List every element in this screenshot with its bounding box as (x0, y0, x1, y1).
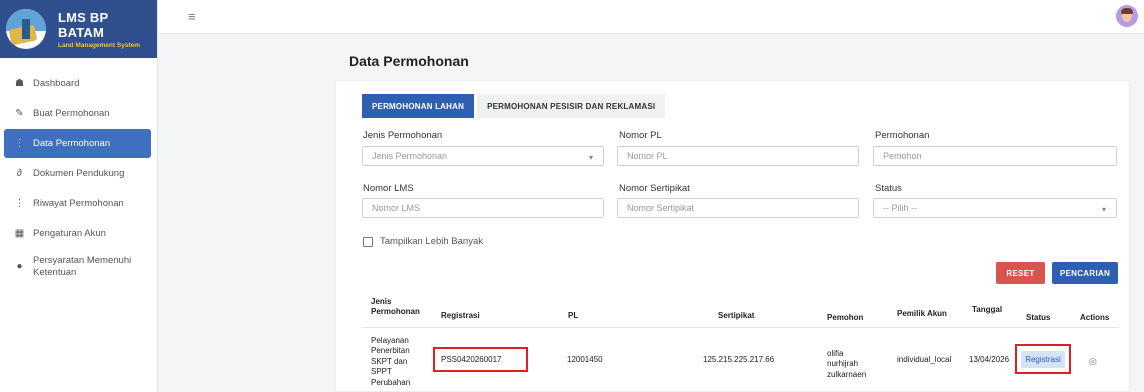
th-sertipikat: Sertipikat (718, 311, 755, 320)
nomor-lms-input[interactable]: Nomor LMS (362, 198, 604, 218)
eye-icon[interactable]: ◎ (1089, 356, 1097, 367)
brand-subtitle: Land Management System (58, 41, 140, 49)
th-actions: Actions (1080, 313, 1110, 322)
sidebar-item-label: Riwayat Permohonan (33, 198, 124, 209)
jenis-permohonan-select[interactable]: Jenis Permohonan ▾ (362, 146, 604, 166)
cell-jenis: Pelayanan Penerbitan SKPT dan SPPT Perub… (371, 336, 411, 387)
th-pemilik-akun: Pemilik Akun (897, 309, 947, 318)
status-select[interactable]: -- Pilih -- ▾ (873, 198, 1117, 218)
menu-toggle-icon[interactable]: ≡ (188, 9, 196, 24)
link-icon: ∂ (17, 168, 22, 179)
pemohon-label: Permohonan (875, 130, 930, 141)
history-icon: ⋮ (14, 198, 25, 209)
table-header-divider (362, 327, 1119, 328)
status-label: Status (875, 183, 902, 194)
th-tanggal: Tanggal (972, 305, 1003, 314)
sidebar-item-dashboard[interactable]: ☗ Dashboard (4, 69, 151, 98)
cell-registrasi[interactable]: PSS0420260017 (441, 355, 502, 365)
settings-icon: ▦ (14, 228, 25, 239)
th-jenis-permohonan: Jenis Permohonan (371, 297, 420, 316)
sidebar-item-dokumen-pendukung[interactable]: ∂ Dokumen Pendukung (4, 159, 151, 188)
pemohon-input[interactable]: Pemohon (873, 146, 1117, 166)
page-title: Data Permohonan (349, 53, 469, 69)
sidebar-item-riwayat-permohonan[interactable]: ⋮ Riwayat Permohonan (4, 189, 151, 218)
brand-header[interactable]: LMS BP BATAM Land Management System (0, 0, 157, 58)
sidebar-item-label: Persyaratan Memenuhi Ketentuan (33, 255, 132, 278)
check-circle-icon: ● (16, 261, 23, 272)
search-button[interactable]: PENCARIAN (1052, 262, 1118, 284)
sidebar-item-label: Data Permohonan (33, 138, 111, 149)
sidebar-item-label: Buat Permohonan (33, 108, 110, 119)
cell-tanggal: 13/04/2026 (969, 355, 1010, 364)
edit-icon: ✎ (15, 108, 24, 119)
th-status: Status (1026, 313, 1051, 322)
status-placeholder: -- Pilih -- (883, 203, 917, 213)
tab-permohonan-pesisir[interactable]: PERMOHONAN PESISIR DAN REKLAMASI (477, 94, 666, 118)
lms-logo (6, 9, 46, 49)
sidebar-item-data-permohonan[interactable]: ⋮ Data Permohonan (4, 129, 151, 158)
brand-title: LMS BP BATAM (58, 9, 109, 40)
top-bar: ≡ (158, 0, 1144, 34)
reset-button[interactable]: RESET (996, 262, 1045, 284)
nomor-pl-label: Nomor PL (619, 130, 662, 141)
sidebar-item-pengaturan-akun[interactable]: ▦ Pengaturan Akun (4, 219, 151, 248)
avatar[interactable] (1116, 5, 1138, 27)
th-pl: PL (568, 311, 579, 320)
cell-pemilik-akun: individual_local (897, 355, 952, 364)
nomor-lms-label: Nomor LMS (363, 183, 414, 194)
nomor-sertipikat-input[interactable]: Nomor Sertipikat (617, 198, 859, 218)
show-more-label: Tampilkan Lebih Banyak (380, 236, 483, 247)
list-icon: ⋮ (14, 138, 25, 149)
nomor-sertipikat-label: Nomor Sertipikat (619, 183, 690, 194)
dashboard-icon: ☗ (15, 78, 24, 89)
sidebar-item-label: Dokumen Pendukung (33, 168, 125, 179)
sidebar-nav: ☗ Dashboard ✎ Buat Permohonan ⋮ Data Per… (0, 58, 157, 285)
th-pemohon: Pemohon (827, 313, 864, 322)
cell-pl: 12001450 (567, 355, 603, 364)
nomor-pl-placeholder: Nomor PL (627, 151, 668, 161)
sidebar-item-label: Dashboard (33, 78, 80, 89)
status-badge: Registrasi (1021, 351, 1065, 368)
chevron-down-icon: ▾ (1101, 205, 1106, 214)
jenis-permohonan-label: Jenis Permohonan (363, 130, 443, 141)
sidebar-item-persyaratan[interactable]: ● Persyaratan Memenuhi Ketentuan (4, 249, 151, 285)
sidebar-item-label: Pengaturan Akun (33, 228, 106, 239)
sidebar: LMS BP BATAM Land Management System ☗ Da… (0, 0, 158, 392)
th-registrasi: Registrasi (441, 311, 480, 320)
pemohon-placeholder: Pemohon (883, 151, 922, 161)
nomor-sertipikat-placeholder: Nomor Sertipikat (627, 203, 695, 213)
checkbox-box[interactable] (363, 236, 373, 247)
chevron-down-icon: ▾ (588, 153, 593, 162)
show-more-checkbox[interactable]: Tampilkan Lebih Banyak (363, 236, 483, 247)
nomor-pl-input[interactable]: Nomor PL (617, 146, 859, 166)
tab-permohonan-lahan[interactable]: PERMOHONAN LAHAN (362, 94, 475, 118)
sidebar-item-buat-permohonan[interactable]: ✎ Buat Permohonan (4, 99, 151, 128)
nomor-lms-placeholder: Nomor LMS (372, 203, 421, 213)
cell-sertipikat: 125.215.225.217.66 (703, 355, 775, 364)
tab-bar: PERMOHONAN LAHAN PERMOHONAN PESISIR DAN … (362, 94, 666, 118)
jenis-permohonan-placeholder: Jenis Permohonan (372, 151, 448, 161)
cell-pemohon: olifia nurhijrah zulkarnaen (827, 349, 867, 379)
